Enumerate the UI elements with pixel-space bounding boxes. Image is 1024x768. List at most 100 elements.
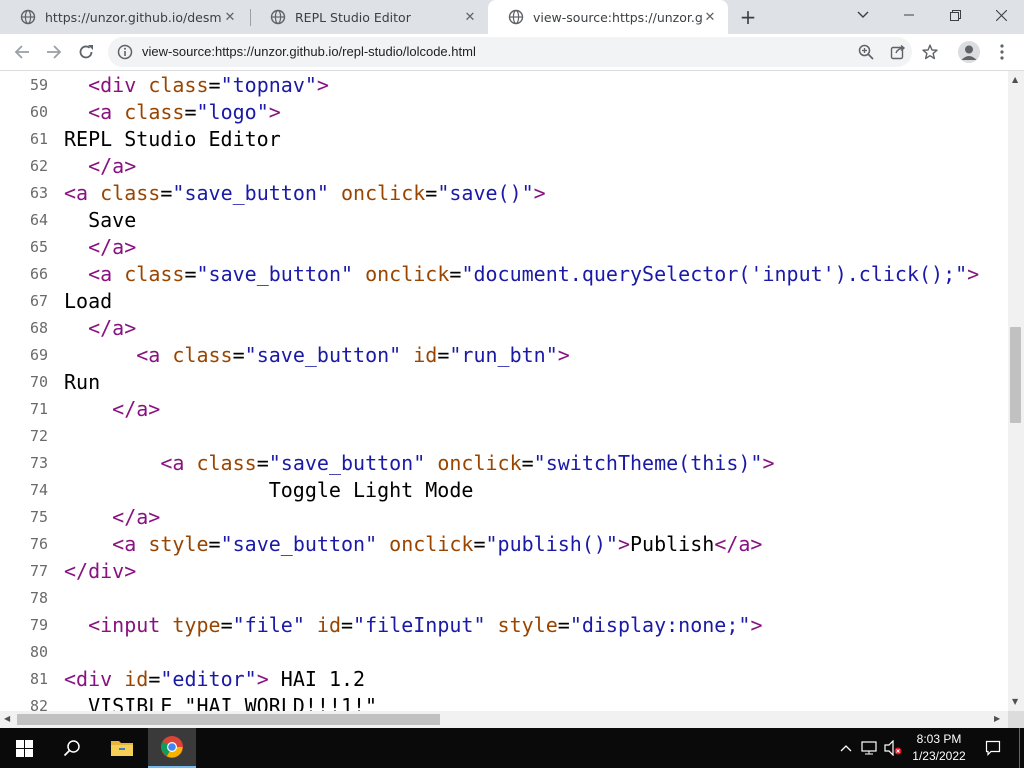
source-line: 70 Run xyxy=(0,369,1008,396)
scroll-down-arrow-icon[interactable]: ▼ xyxy=(1012,697,1018,706)
source-line: 73 <a class="save_button" onclick="switc… xyxy=(0,450,1008,477)
folder-icon xyxy=(111,741,133,756)
file-explorer-button[interactable] xyxy=(98,728,146,768)
scrollbar-corner xyxy=(1008,711,1024,728)
scroll-up-arrow-icon[interactable]: ▲ xyxy=(1012,75,1018,84)
line-number: 66 xyxy=(29,265,48,283)
line-code: <div class="topnav"> xyxy=(88,73,329,97)
reload-icon xyxy=(79,45,93,59)
scroll-right-arrow-icon[interactable]: ▶ xyxy=(994,714,1000,723)
windows-taskbar: 8:03 PM 1/23/2022 xyxy=(0,728,1024,768)
share-icon[interactable] xyxy=(890,44,906,60)
close-tab-icon[interactable]: ✕ xyxy=(702,9,718,25)
line-number: 76 xyxy=(29,535,48,553)
tab-search-button[interactable] xyxy=(840,0,886,30)
zoom-icon[interactable] xyxy=(858,44,874,60)
search-icon xyxy=(63,740,80,757)
close-tab-icon[interactable]: ✕ xyxy=(462,9,478,25)
line-number: 74 xyxy=(29,481,48,499)
source-line: 72 xyxy=(0,423,1008,450)
profile-avatar[interactable] xyxy=(958,41,980,63)
address-bar[interactable]: view-source:https://unzor.github.io/repl… xyxy=(108,37,938,67)
clock-date: 1/23/2022 xyxy=(912,749,966,763)
source-line: 74 Toggle Light Mode xyxy=(0,477,1008,504)
back-button[interactable] xyxy=(10,40,34,64)
show-desktop-button[interactable] xyxy=(1019,728,1020,768)
line-number: 59 xyxy=(29,76,48,94)
line-number: 80 xyxy=(29,643,48,661)
vertical-scrollbar[interactable]: ▲ ▼ xyxy=(1008,71,1024,711)
line-code: </a> xyxy=(88,235,137,259)
network-button[interactable] xyxy=(858,728,880,768)
start-button[interactable] xyxy=(0,728,48,768)
chrome-icon xyxy=(161,736,183,758)
arrow-right-icon xyxy=(47,45,62,59)
minimize-icon xyxy=(904,14,914,16)
forward-button[interactable] xyxy=(42,40,66,64)
line-number: 72 xyxy=(29,427,48,445)
line-number: 71 xyxy=(29,400,48,418)
source-line: 61 REPL Studio Editor xyxy=(0,126,1008,153)
restore-button[interactable] xyxy=(932,0,978,30)
tab-title: view-source:https://unzor.github.io xyxy=(533,9,702,25)
line-number: 78 xyxy=(29,589,48,607)
line-number: 60 xyxy=(29,103,48,121)
close-icon xyxy=(995,9,1007,21)
source-line: 71 </a> xyxy=(0,396,1008,423)
bookmark-star-icon[interactable] xyxy=(922,44,938,60)
clock-time: 8:03 PM xyxy=(916,732,962,746)
line-number: 81 xyxy=(29,670,48,688)
line-number: 62 xyxy=(29,157,48,175)
tab-repl-studio[interactable]: REPL Studio Editor ✕ xyxy=(250,0,488,34)
vertical-scroll-thumb[interactable] xyxy=(1010,327,1021,423)
line-number: 67 xyxy=(29,292,48,310)
globe-icon xyxy=(508,9,524,25)
line-code: VISIBLE "HAI WORLD!!!1!" xyxy=(64,694,378,711)
close-window-button[interactable] xyxy=(978,0,1024,30)
line-code: </div> xyxy=(64,559,137,583)
source-line: 63 <a class="save_button" onclick="save()… xyxy=(0,180,1008,207)
line-code: <a class="logo"> xyxy=(88,100,281,124)
line-code: </a> xyxy=(112,505,161,529)
line-code: REPL Studio Editor xyxy=(64,127,281,151)
browser-toolbar: view-source:https://unzor.github.io/repl… xyxy=(0,34,1024,71)
source-line: 76 <a style="save_button" onclick="publi… xyxy=(0,531,1008,558)
chrome-taskbar-button[interactable] xyxy=(148,728,196,768)
reload-button[interactable] xyxy=(74,40,98,64)
notification-icon xyxy=(985,740,1001,756)
source-line: 60 <a class="logo"> xyxy=(0,99,1008,126)
source-line: 75 </a> xyxy=(0,504,1008,531)
tray-overflow-button[interactable] xyxy=(836,728,856,768)
volume-button[interactable] xyxy=(882,728,904,768)
restore-icon xyxy=(949,9,961,21)
tab-view-source[interactable]: view-source:https://unzor.github.io ✕ xyxy=(488,0,728,34)
scroll-left-arrow-icon[interactable]: ◀ xyxy=(4,714,10,723)
notifications-button[interactable] xyxy=(982,728,1004,768)
source-line: 81 <div id="editor"> HAI 1.2 xyxy=(0,666,1008,693)
address-text[interactable]: view-source:https://unzor.github.io/repl… xyxy=(142,44,476,59)
line-number: 70 xyxy=(29,373,48,391)
line-number: 75 xyxy=(29,508,48,526)
source-line: 77 </div> xyxy=(0,558,1008,585)
source-view[interactable]: 59 <div class="topnav"> 60 <a class="logo… xyxy=(0,71,1008,711)
network-icon xyxy=(861,741,877,755)
source-line: 67 Load xyxy=(0,288,1008,315)
line-code: </a> xyxy=(112,397,161,421)
new-tab-button[interactable]: + xyxy=(736,5,760,29)
globe-icon xyxy=(20,9,36,25)
horizontal-scrollbar[interactable]: ◀ ▶ xyxy=(0,711,1008,728)
tab-desmond[interactable]: https://unzor.github.io/desmond ✕ xyxy=(0,0,248,34)
kebab-menu-icon[interactable] xyxy=(994,42,1010,62)
minimize-button[interactable] xyxy=(886,0,932,30)
source-line: 66 <a class="save_button" onclick="docum… xyxy=(0,261,1008,288)
line-code: </a> xyxy=(88,316,137,340)
horizontal-scroll-thumb[interactable] xyxy=(17,714,440,725)
system-clock[interactable]: 8:03 PM 1/23/2022 xyxy=(906,731,972,765)
volume-muted-icon xyxy=(884,740,902,756)
line-number: 68 xyxy=(29,319,48,337)
info-icon[interactable] xyxy=(117,44,133,60)
line-number: 79 xyxy=(29,616,48,634)
search-button[interactable] xyxy=(48,728,96,768)
source-line: 65 </a> xyxy=(0,234,1008,261)
close-tab-icon[interactable]: ✕ xyxy=(222,9,238,25)
